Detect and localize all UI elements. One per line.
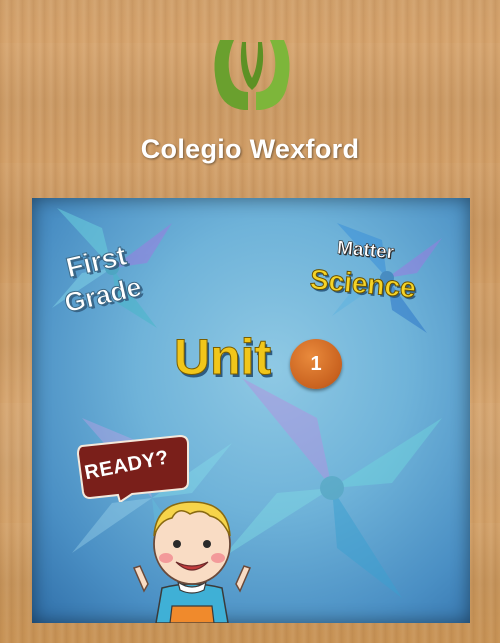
school-name: Colegio Wexford xyxy=(140,134,360,164)
unit-number-badge: 1 xyxy=(290,339,342,389)
book-cover: First Grade Matter Science Unit 1 READY? xyxy=(32,198,470,623)
wood-frame: Colegio Wexford First Grade Matter Scien… xyxy=(0,0,500,643)
unit-label: Unit xyxy=(173,329,272,386)
smiling-boy-illustration xyxy=(132,501,252,623)
school-logo-icon xyxy=(214,40,290,110)
unit-number: 1 xyxy=(310,352,322,375)
